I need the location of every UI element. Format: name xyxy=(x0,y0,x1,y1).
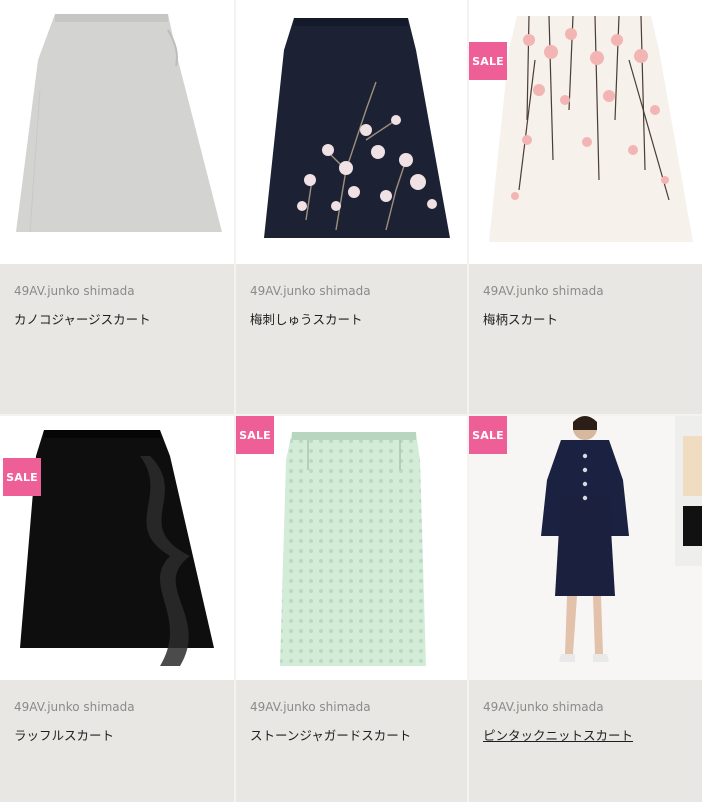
plum-blossom-print-skirt-photo[interactable]: SALE xyxy=(469,0,702,264)
mint-jacquard-pencil-skirt-photo[interactable]: SALE xyxy=(236,416,467,680)
product-card[interactable]: SALE 49AV.junko shimada 梅柄スカート xyxy=(469,0,702,414)
navy-plum-embroidered-skirt-photo[interactable] xyxy=(236,0,467,264)
brand-label: 49AV.junko shimada xyxy=(250,284,371,298)
product-name[interactable]: カノコジャージスカート xyxy=(14,309,151,328)
product-name[interactable]: ストーンジャガードスカート xyxy=(250,725,411,744)
product-card[interactable]: 49AV.junko shimada 梅刺しゅうスカート xyxy=(236,0,467,414)
brand-label: 49AV.junko shimada xyxy=(483,700,604,714)
grey-a-line-skirt-photo[interactable] xyxy=(0,0,234,264)
brand-label: 49AV.junko shimada xyxy=(14,284,135,298)
sale-badge: SALE xyxy=(236,416,274,454)
brand-label: 49AV.junko shimada xyxy=(483,284,604,298)
product-name[interactable]: ピンタックニットスカート xyxy=(483,725,633,744)
product-name[interactable]: 梅柄スカート xyxy=(483,309,558,328)
model-navy-suit-photo[interactable]: SALE xyxy=(469,416,702,680)
product-card[interactable]: SALE 49AV.junko shimada ストーンジャガードスカート xyxy=(236,416,467,802)
product-name[interactable]: ラッフルスカート xyxy=(14,725,114,744)
sale-badge: SALE xyxy=(469,416,507,454)
sale-badge: SALE xyxy=(469,42,507,80)
grid-separator xyxy=(234,0,236,802)
brand-label: 49AV.junko shimada xyxy=(14,700,135,714)
product-card[interactable]: 49AV.junko shimada カノコジャージスカート xyxy=(0,0,234,414)
grid-separator xyxy=(0,414,702,416)
product-card[interactable]: SALE 49AV.junko shimada ピンタックニットスカート xyxy=(469,416,702,802)
brand-label: 49AV.junko shimada xyxy=(250,700,371,714)
black-ruffle-skirt-photo[interactable]: SALE xyxy=(0,416,234,680)
sale-badge: SALE xyxy=(3,458,41,496)
product-name[interactable]: 梅刺しゅうスカート xyxy=(250,309,363,328)
product-grid: 49AV.junko shimada カノコジャージスカート 49AV.junk… xyxy=(0,0,702,802)
grid-separator xyxy=(467,0,469,802)
product-card[interactable]: SALE 49AV.junko shimada ラッフルスカート xyxy=(0,416,234,802)
